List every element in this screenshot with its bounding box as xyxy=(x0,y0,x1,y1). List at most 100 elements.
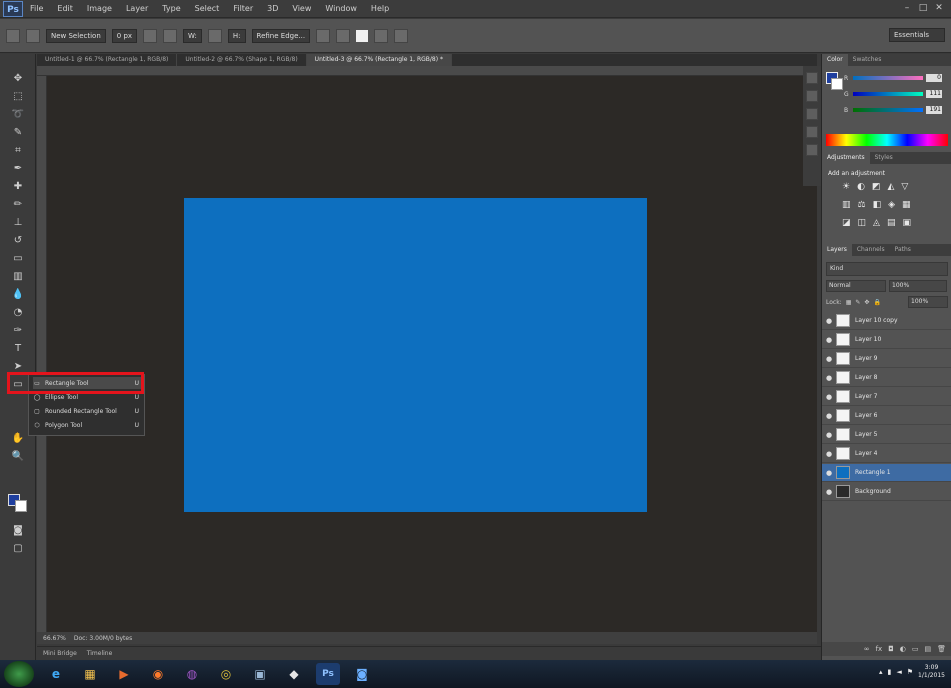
maximize-icon[interactable]: □ xyxy=(917,2,929,14)
group-icon[interactable]: ▭ xyxy=(912,642,919,656)
tab-channels[interactable]: Channels xyxy=(852,244,890,256)
layer-row[interactable]: ● Layer 10 copy xyxy=(822,312,951,330)
red-track[interactable] xyxy=(853,76,923,80)
start-button[interactable] xyxy=(4,661,34,687)
volume-icon[interactable]: ◄ xyxy=(896,668,901,676)
vibrance-icon[interactable]: ▽ xyxy=(901,182,908,192)
menu-image[interactable]: Image xyxy=(80,0,119,18)
eraser-tool-icon[interactable]: ▭ xyxy=(9,252,27,266)
canvas-pasteboard[interactable] xyxy=(47,76,817,632)
green-slider[interactable]: G 111 xyxy=(844,90,944,98)
levels-icon[interactable]: ◐ xyxy=(857,182,865,192)
green-track[interactable] xyxy=(853,92,923,96)
color-spectrum-ramp[interactable] xyxy=(826,134,948,146)
close-icon[interactable]: ✕ xyxy=(933,2,945,14)
blur-tool-icon[interactable]: 💧 xyxy=(9,288,27,302)
photoshop-task-icon[interactable]: Ps xyxy=(316,663,340,685)
character-panel-icon[interactable] xyxy=(806,108,818,120)
chrome-icon[interactable]: ◎ xyxy=(214,663,238,685)
blend-mode-select[interactable]: Normal xyxy=(826,280,886,292)
tab-document-2[interactable]: Untitled-2 @ 66.7% (Shape 1, RGB/8) xyxy=(177,54,307,66)
hue-saturation-icon[interactable]: ▥ xyxy=(842,200,851,210)
flyout-item-rounded-rectangle-tool[interactable]: ▢ Rounded Rectangle Tool U xyxy=(33,405,142,417)
horizontal-ruler[interactable] xyxy=(37,66,817,76)
ie-icon[interactable]: e xyxy=(44,663,68,685)
layer-row[interactable]: ● Layer 6 xyxy=(822,407,951,425)
explorer-icon[interactable]: ▦ xyxy=(78,663,102,685)
blue-track[interactable] xyxy=(853,108,923,112)
healing-brush-tool-icon[interactable]: ✚ xyxy=(9,180,27,194)
layer-row[interactable]: ● Layer 4 xyxy=(822,445,951,463)
layer-style-icon[interactable]: fx xyxy=(876,642,883,656)
eye-icon[interactable]: ● xyxy=(822,431,836,439)
stroke-icon[interactable] xyxy=(336,28,351,43)
properties-panel-icon[interactable] xyxy=(806,90,818,102)
screen-mode-icon[interactable]: ▢ xyxy=(9,542,27,556)
selective-color-icon[interactable]: ▣ xyxy=(902,218,911,228)
workspace-select[interactable]: Essentials xyxy=(889,28,945,42)
lock-pixels-icon[interactable]: ✎ xyxy=(855,299,860,306)
network-icon[interactable]: ▮ xyxy=(888,668,892,676)
lasso-tool-icon[interactable]: ➰ xyxy=(9,108,27,122)
blue-value[interactable]: 191 xyxy=(926,106,942,114)
fill-field[interactable]: 100% xyxy=(908,296,948,308)
eye-icon[interactable]: ● xyxy=(822,374,836,382)
layer-row[interactable]: ● Layer 7 xyxy=(822,388,951,406)
green-value[interactable]: 111 xyxy=(926,90,942,98)
tab-color[interactable]: Color xyxy=(822,54,848,66)
width-field[interactable]: W: xyxy=(183,28,202,43)
posterize-icon[interactable]: ◫ xyxy=(858,218,867,228)
exposure-icon[interactable]: ◭ xyxy=(887,182,894,192)
crop-tool-icon[interactable]: ⌗ xyxy=(9,144,27,158)
opacity-field[interactable]: 100% xyxy=(889,280,947,292)
quick-mask-icon[interactable]: ◙ xyxy=(9,524,27,538)
menu-3d[interactable]: 3D xyxy=(260,0,285,18)
curves-icon[interactable]: ◩ xyxy=(872,182,881,192)
tab-layers[interactable]: Layers xyxy=(822,244,852,256)
refine-edge-button[interactable]: Refine Edge... xyxy=(251,28,311,43)
tab-adjustments[interactable]: Adjustments xyxy=(822,152,870,164)
layer-row[interactable]: ● Layer 5 xyxy=(822,426,951,444)
menu-filter[interactable]: Filter xyxy=(226,0,260,18)
clock[interactable]: 3:09 1/1/2015 xyxy=(918,664,945,680)
app4-icon[interactable]: ◙ xyxy=(350,663,374,685)
type-tool-icon[interactable]: T xyxy=(9,342,27,356)
tool-preset-icon[interactable] xyxy=(6,28,20,43)
paragraph-panel-icon[interactable] xyxy=(806,126,818,138)
path-ops-icon[interactable] xyxy=(143,28,158,43)
layer-row[interactable]: ● Background xyxy=(822,483,951,501)
menu-window[interactable]: Window xyxy=(318,0,364,18)
app2-icon[interactable]: ▣ xyxy=(248,663,272,685)
mode-field[interactable]: New Selection xyxy=(46,28,106,43)
dodge-tool-icon[interactable]: ◔ xyxy=(9,306,27,320)
photo-filter-icon[interactable]: ◈ xyxy=(888,200,895,210)
tab-document-1[interactable]: Untitled-1 @ 66.7% (Rectangle 1, RGB/8) xyxy=(37,54,178,66)
new-layer-icon[interactable]: ▤ xyxy=(924,642,931,656)
hand-tool-icon[interactable]: ✋ xyxy=(9,432,27,446)
marquee-tool-icon[interactable]: ⬚ xyxy=(9,90,27,104)
eyedropper-tool-icon[interactable]: ✒ xyxy=(9,162,27,176)
menu-select[interactable]: Select xyxy=(188,0,227,18)
threshold-icon[interactable]: ◬ xyxy=(873,218,880,228)
arrange-icon[interactable] xyxy=(316,28,331,43)
layer-row[interactable]: ● Layer 8 xyxy=(822,369,951,387)
layer-filter-select[interactable]: Kind xyxy=(826,262,948,276)
flyout-item-polygon-tool[interactable]: ⬡ Polygon Tool U xyxy=(33,419,142,431)
feather-field[interactable]: 0 px xyxy=(111,28,138,43)
firefox-icon[interactable]: ◉ xyxy=(146,663,170,685)
trash-icon[interactable]: 🗑 xyxy=(937,642,946,656)
eye-icon[interactable]: ● xyxy=(822,317,836,325)
tab-swatches[interactable]: Swatches xyxy=(848,54,887,66)
layer-row[interactable]: ● Layer 9 xyxy=(822,350,951,368)
background-color-swatch[interactable] xyxy=(15,500,27,512)
zoom-level[interactable]: 66.67% xyxy=(43,635,66,642)
link-icon[interactable] xyxy=(207,28,222,43)
brightness-contrast-icon[interactable]: ☀ xyxy=(842,182,850,192)
menu-file[interactable]: File xyxy=(23,0,50,18)
app-icon[interactable]: ◍ xyxy=(180,663,204,685)
settings-icon[interactable] xyxy=(374,28,389,43)
menu-type[interactable]: Type xyxy=(155,0,187,18)
history-panel-icon[interactable] xyxy=(806,72,818,84)
layer-mask-icon[interactable]: ◘ xyxy=(888,642,894,656)
tab-timeline[interactable]: Timeline xyxy=(87,647,113,660)
